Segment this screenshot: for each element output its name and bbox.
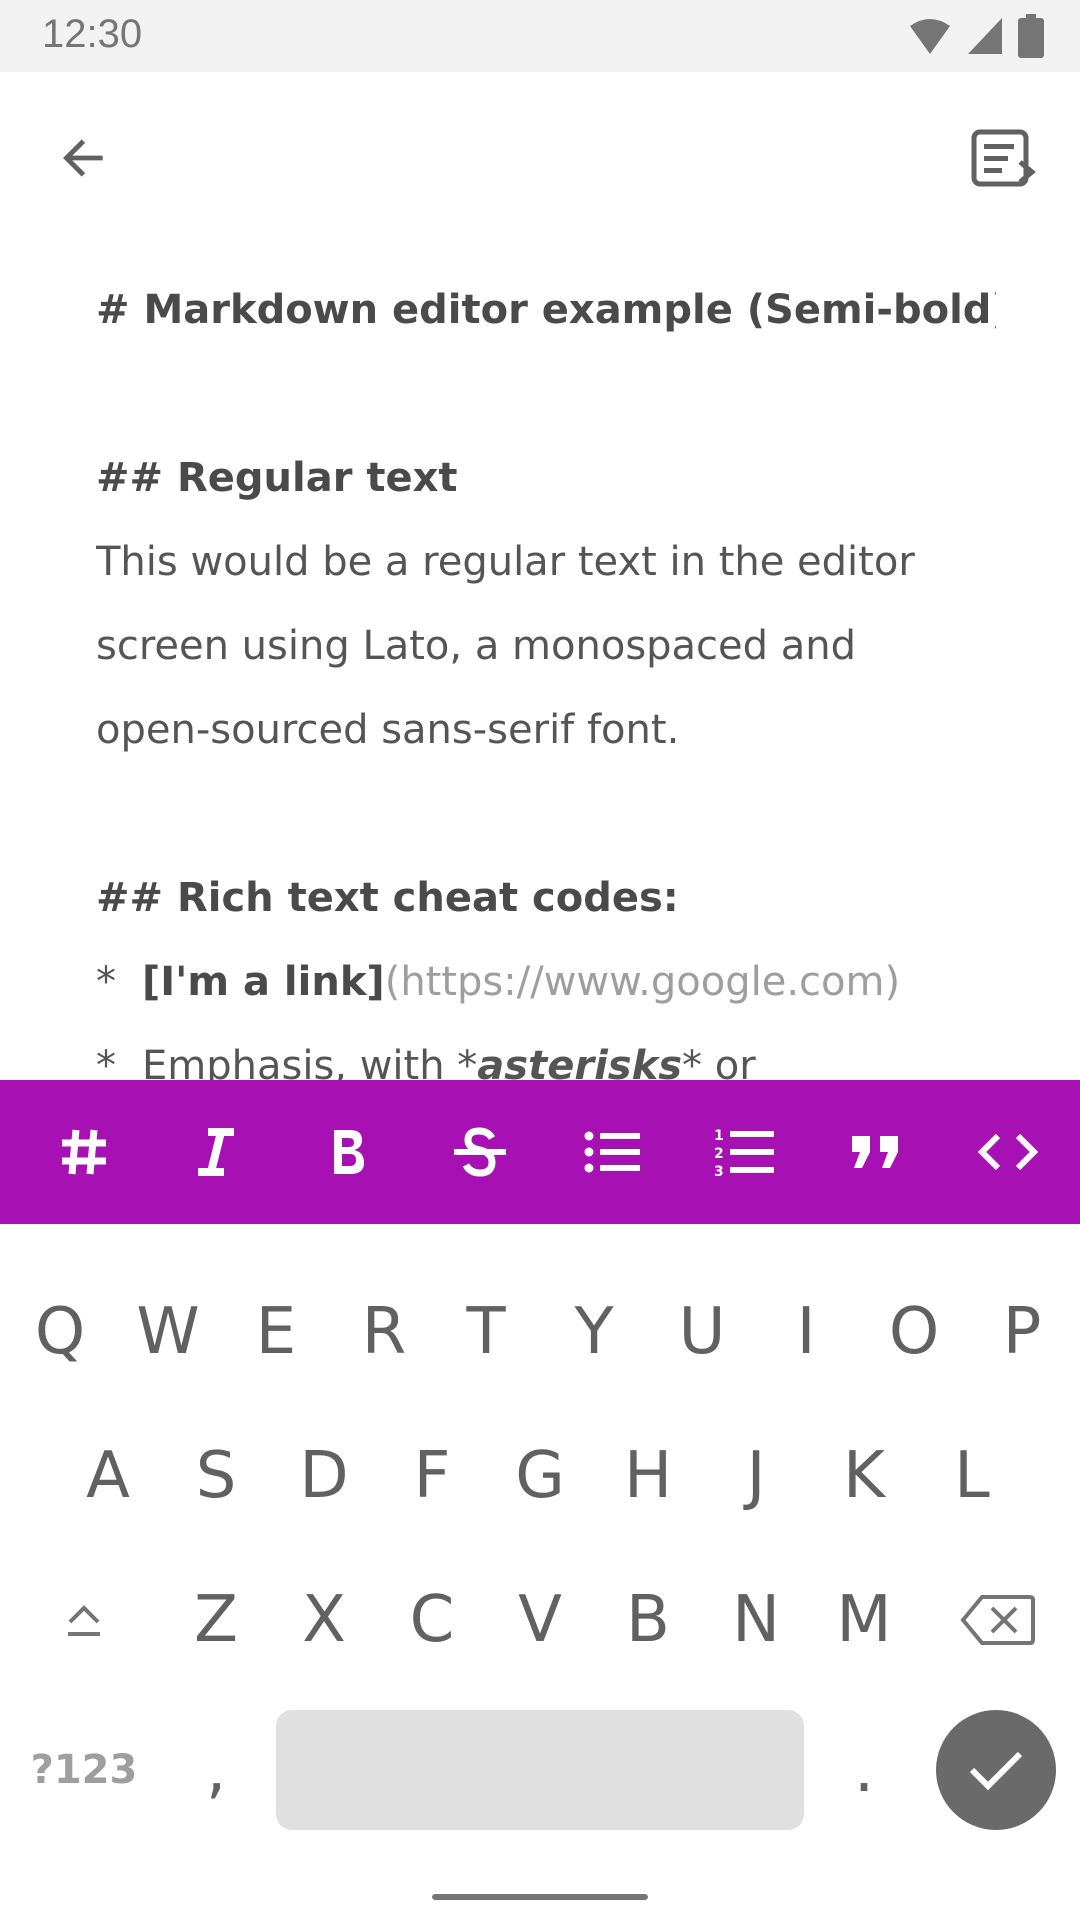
- key-t[interactable]: T: [432, 1272, 540, 1392]
- paragraph-line-2: screen using Lato, a monospaced and: [96, 623, 857, 669]
- emphasis-line: * Emphasis, with *asterisks* or: [96, 1024, 996, 1080]
- preview-button[interactable]: [964, 122, 1044, 194]
- key-o[interactable]: O: [860, 1272, 968, 1392]
- italic-button[interactable]: [150, 1080, 282, 1224]
- link-url: (https://www.google.com): [384, 959, 901, 1005]
- italic-icon: [198, 1128, 234, 1176]
- shift-key[interactable]: [30, 1560, 138, 1680]
- key-n[interactable]: N: [702, 1560, 810, 1680]
- key-row-3: Z X C V B N M: [0, 1560, 1080, 1680]
- emphasis-word: asterisks: [477, 1043, 683, 1080]
- paragraph-line-1: This would be a regular text in the edit…: [96, 539, 915, 585]
- key-d[interactable]: D: [270, 1416, 378, 1536]
- bullet-marker: *: [96, 1043, 116, 1080]
- key-p[interactable]: P: [968, 1272, 1076, 1392]
- h2-regular-line: ## Regular text: [96, 455, 458, 501]
- key-e[interactable]: E: [222, 1272, 330, 1392]
- key-c[interactable]: C: [378, 1560, 486, 1680]
- key-b[interactable]: B: [594, 1560, 702, 1680]
- bullet-marker: *: [96, 959, 116, 1005]
- status-time: 12:30: [42, 12, 143, 56]
- link-text: [I'm a link]: [142, 959, 385, 1005]
- key-k[interactable]: K: [810, 1416, 918, 1536]
- spacebar-key[interactable]: [276, 1710, 804, 1830]
- bold-button[interactable]: [282, 1080, 414, 1224]
- battery-icon: [1018, 14, 1044, 58]
- svg-text:2: 2: [714, 1146, 724, 1162]
- screen: 12:30 # Markdown editor example (Semi-bo…: [0, 0, 1080, 1920]
- wifi-icon: [910, 19, 950, 54]
- status-bar: 12:30: [0, 0, 1080, 72]
- paragraph-line-3: open-sourced sans-serif font.: [96, 707, 680, 753]
- key-a[interactable]: A: [54, 1416, 162, 1536]
- key-row-2: A S D F G H J K L: [0, 1416, 1080, 1536]
- backspace-icon: [960, 1595, 1035, 1645]
- code-icon: [978, 1133, 1038, 1171]
- key-l[interactable]: L: [918, 1416, 1026, 1536]
- h1-line: # Markdown editor example (Semi-bold): [96, 287, 996, 333]
- heading-button[interactable]: [18, 1080, 150, 1224]
- key-g[interactable]: G: [486, 1416, 594, 1536]
- key-m[interactable]: M: [810, 1560, 918, 1680]
- shift-icon: [68, 1605, 100, 1636]
- back-button[interactable]: [48, 122, 120, 194]
- link-line: * [I'm a link](https://www.google.com): [96, 940, 996, 1024]
- heading-icon: [62, 1129, 106, 1175]
- key-y[interactable]: Y: [540, 1272, 648, 1392]
- markdown-editor[interactable]: # Markdown editor example (Semi-bold) ##…: [96, 268, 996, 1080]
- comma-key[interactable]: ,: [162, 1710, 270, 1830]
- bulleted-list-icon: [584, 1131, 640, 1173]
- key-row-1: Q W E R T Y U I O P: [0, 1272, 1080, 1392]
- key-x[interactable]: X: [270, 1560, 378, 1680]
- quote-button[interactable]: [810, 1080, 942, 1224]
- code-button[interactable]: [942, 1080, 1074, 1224]
- status-icons: [908, 14, 1044, 58]
- key-z[interactable]: Z: [162, 1560, 270, 1680]
- emphasis-prefix: Emphasis, with *: [142, 1043, 478, 1080]
- emphasis-suffix: * or: [682, 1043, 756, 1080]
- svg-text:3: 3: [714, 1164, 724, 1178]
- symbols-key[interactable]: ?123: [24, 1710, 144, 1830]
- gesture-nav-handle[interactable]: [432, 1894, 648, 1900]
- key-v[interactable]: V: [486, 1560, 594, 1680]
- strikethrough-button[interactable]: [414, 1080, 546, 1224]
- backspace-key[interactable]: [940, 1560, 1056, 1680]
- numbered-list-icon: 1 2 3: [714, 1128, 774, 1178]
- key-i[interactable]: I: [752, 1272, 860, 1392]
- quote-icon: [852, 1136, 898, 1168]
- key-w[interactable]: W: [114, 1272, 222, 1392]
- key-u[interactable]: U: [648, 1272, 756, 1392]
- key-j[interactable]: J: [702, 1416, 810, 1536]
- bulleted-list-button[interactable]: [546, 1080, 678, 1224]
- enter-key[interactable]: [936, 1710, 1056, 1830]
- format-toolbar: 1 2 3: [0, 1080, 1080, 1224]
- numbered-list-button[interactable]: 1 2 3: [678, 1080, 810, 1224]
- markdown-preview-icon: [971, 129, 1036, 187]
- key-f[interactable]: F: [378, 1416, 486, 1536]
- app-bar: [0, 72, 1080, 242]
- key-r[interactable]: R: [330, 1272, 438, 1392]
- key-s[interactable]: S: [162, 1416, 270, 1536]
- svg-text:1: 1: [714, 1128, 724, 1144]
- key-q[interactable]: Q: [6, 1272, 114, 1392]
- signal-icon: [968, 18, 1002, 54]
- strikethrough-icon: [454, 1127, 506, 1177]
- checkmark-icon: [969, 1751, 1023, 1791]
- arrow-left-icon: [63, 139, 103, 177]
- period-key[interactable]: .: [810, 1710, 918, 1830]
- bold-icon: [334, 1130, 364, 1174]
- h2-rich-line: ## Rich text cheat codes:: [96, 875, 679, 921]
- key-h[interactable]: H: [594, 1416, 702, 1536]
